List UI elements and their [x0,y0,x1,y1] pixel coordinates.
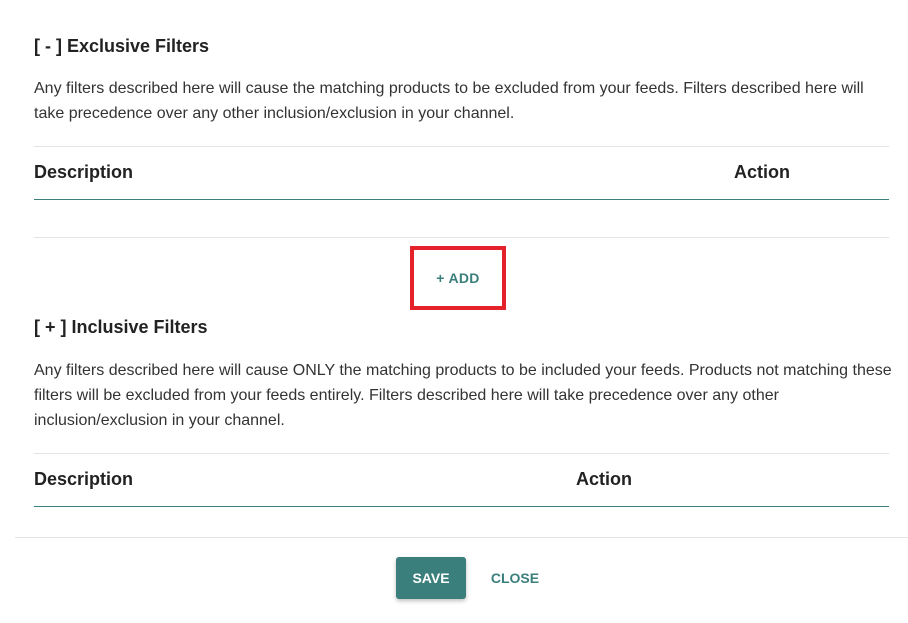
inclusive-col-action: Action [576,469,632,489]
inclusive-filters-title: [ + ] Inclusive Filters [34,317,208,337]
footer-divider [15,537,908,538]
exclusive-col-action: Action [734,162,790,182]
add-exclusive-filter-button[interactable]: + ADD [410,246,506,310]
divider [34,146,889,147]
exclusive-col-description: Description [34,162,134,182]
exclusive-filters-title: [ - ] Exclusive Filters [34,36,210,56]
table-header-underline [34,199,889,200]
table-header-underline [34,506,889,507]
close-button[interactable]: CLOSE [480,557,550,599]
divider [34,453,889,454]
inclusive-filters-description: Any filters described here will cause ON… [34,362,892,429]
exclusive-filters-description: Any filters described here will cause th… [34,80,864,122]
save-button[interactable]: SAVE [396,557,466,599]
inclusive-col-description: Description [34,469,134,489]
filters-dialog: [ - ] Exclusive Filters Any filters desc… [0,0,908,623]
divider [34,237,889,238]
